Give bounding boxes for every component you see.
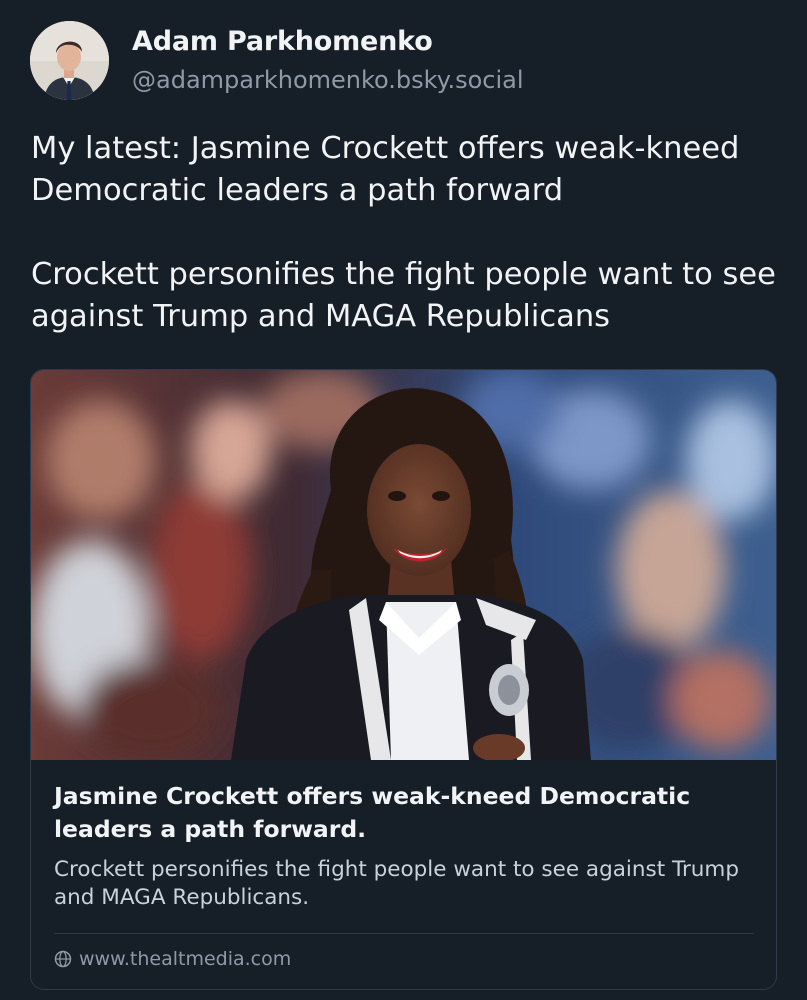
link-card-image[interactable] bbox=[31, 370, 776, 760]
post-text: My latest: Jasmine Crockett offers weak-… bbox=[31, 128, 781, 338]
avatar[interactable] bbox=[30, 21, 109, 100]
author-name[interactable]: Adam Parkhomenko bbox=[132, 26, 433, 57]
link-card-domain[interactable]: www.thealtmedia.com bbox=[79, 948, 291, 970]
link-card[interactable]: Jasmine Crockett offers weak-kneed Democ… bbox=[30, 369, 777, 990]
link-card-description: Crockett personifies the fight people wa… bbox=[54, 857, 739, 910]
link-card-divider bbox=[54, 933, 754, 934]
post: Adam Parkhomenko @adamparkhomenko.bsky.s… bbox=[0, 0, 807, 1000]
link-card-source[interactable]: www.thealtmedia.com bbox=[54, 948, 291, 970]
author-handle[interactable]: @adamparkhomenko.bsky.social bbox=[132, 66, 524, 94]
post-paragraph: My latest: Jasmine Crockett offers weak-… bbox=[31, 131, 740, 208]
post-paragraph: Crockett personifies the fight people wa… bbox=[31, 257, 776, 334]
globe-icon bbox=[54, 950, 72, 968]
link-card-title[interactable]: Jasmine Crockett offers weak-kneed Democ… bbox=[54, 780, 754, 846]
